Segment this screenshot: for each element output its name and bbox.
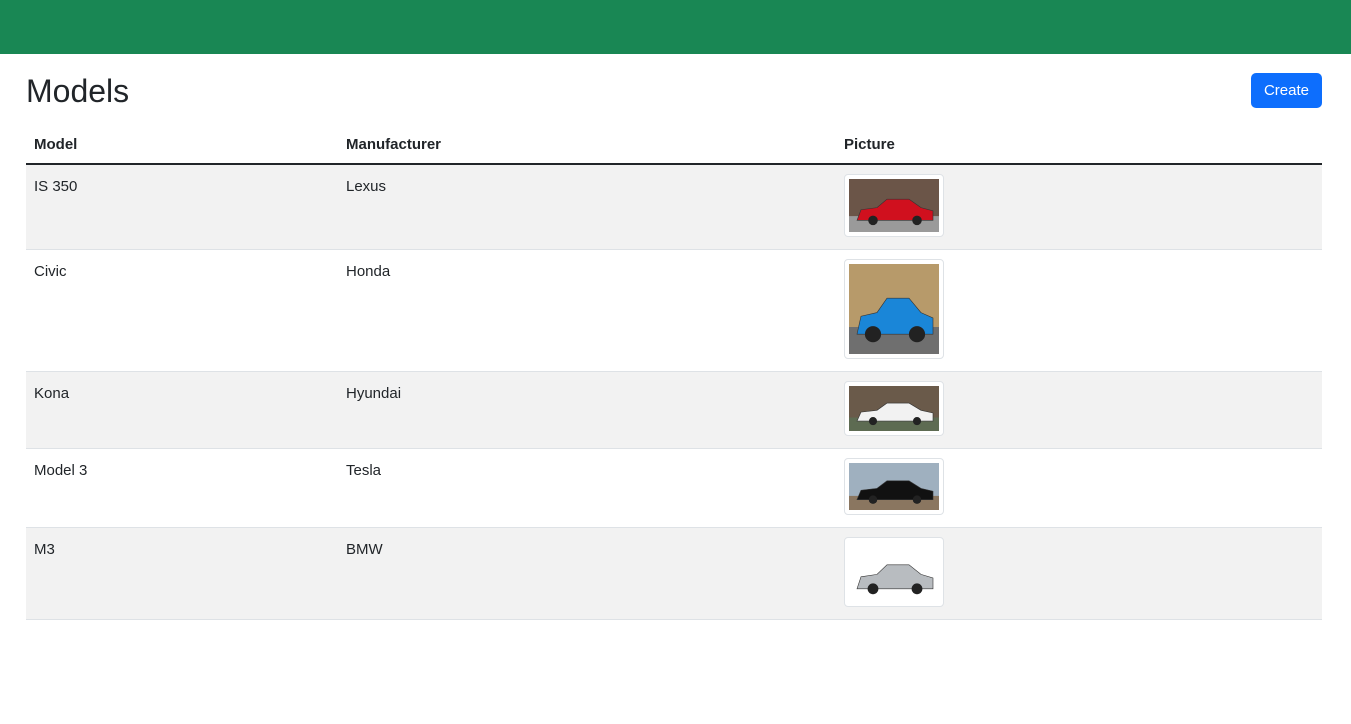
manufacturer-cell: Lexus	[338, 164, 836, 250]
model-cell: Civic	[26, 249, 338, 372]
table-row: IS 350 Lexus	[26, 164, 1322, 250]
table-row: Model 3 Tesla	[26, 448, 1322, 528]
model-cell: IS 350	[26, 164, 338, 250]
model-cell: Kona	[26, 371, 338, 449]
car-image	[849, 264, 939, 354]
table-row: Civic Honda	[26, 249, 1322, 372]
page-title: Models	[26, 72, 130, 109]
model-cell: Model 3	[26, 448, 338, 528]
car-picture	[844, 537, 944, 607]
car-picture	[844, 381, 944, 436]
car-image	[849, 542, 939, 602]
table-row: M3 BMW	[26, 527, 1322, 620]
manufacturer-cell: Honda	[338, 249, 836, 372]
model-cell: M3	[26, 527, 338, 620]
models-table: Model Manufacturer Picture IS 350 Lexus …	[26, 126, 1322, 620]
car-image	[849, 463, 939, 510]
car-image	[849, 179, 939, 232]
table-row: Kona Hyundai	[26, 371, 1322, 449]
column-header-manufacturer: Manufacturer	[338, 126, 836, 165]
top-navbar	[0, 0, 1351, 54]
column-header-picture: Picture	[836, 126, 1322, 165]
manufacturer-cell: BMW	[338, 527, 836, 620]
manufacturer-cell: Tesla	[338, 448, 836, 528]
car-picture	[844, 174, 944, 237]
manufacturer-cell: Hyundai	[338, 371, 836, 449]
car-picture	[844, 458, 944, 515]
car-picture	[844, 259, 944, 359]
create-button[interactable]: Create	[1250, 72, 1322, 108]
car-image	[849, 386, 939, 431]
column-header-model: Model	[26, 126, 338, 165]
